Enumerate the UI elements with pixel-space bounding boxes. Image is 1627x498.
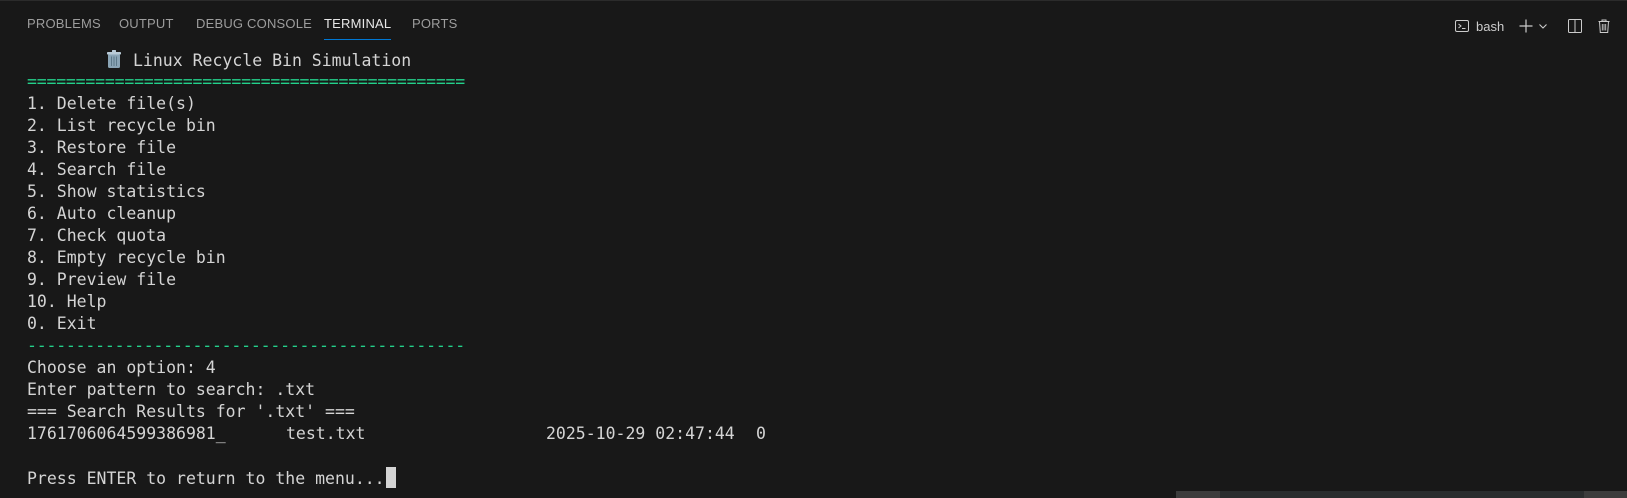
- split-terminal-button[interactable]: [1566, 13, 1584, 39]
- result-filename: test.txt: [286, 424, 366, 443]
- menu-item: 0. Exit: [27, 314, 97, 333]
- results-header: === Search Results for '.txt' ===: [27, 402, 355, 421]
- terminal-name-label: bash: [1476, 18, 1505, 34]
- menu-item: 2. List recycle bin: [27, 116, 216, 135]
- return-prompt-text: Press ENTER to return to the menu...: [27, 469, 385, 488]
- status-bar: [1176, 491, 1627, 498]
- result-row: 1761706064599386981_ test.txt 2025-10-29 0…: [27, 423, 1587, 445]
- pattern-prompt: Enter pattern to search: .txt: [27, 380, 316, 399]
- menu-item: 8. Empty recycle bin: [27, 248, 226, 267]
- status-segment[interactable]: [1584, 491, 1627, 498]
- tab-debug-console[interactable]: DEBUG CONSOLE: [196, 16, 312, 38]
- launch-profile-dropdown[interactable]: [1537, 13, 1549, 39]
- trash-icon: [1596, 18, 1612, 34]
- split-icon: [1567, 18, 1583, 34]
- terminal-profile-button[interactable]: bash: [1454, 13, 1504, 39]
- tab-terminal[interactable]: TERMINAL: [324, 16, 392, 40]
- wastebasket-icon: [105, 49, 123, 69]
- status-segment[interactable]: [1176, 491, 1220, 498]
- result-id: 1761706064599386981_: [27, 424, 226, 443]
- kill-terminal-button[interactable]: [1595, 13, 1613, 39]
- result-date: 2025-10-29 02:47:44: [546, 424, 735, 443]
- new-terminal-button[interactable]: [1517, 13, 1535, 39]
- terminal-icon: [1454, 18, 1470, 34]
- terminal-output[interactable]: Linux Recycle Bin Simulation ===========…: [27, 49, 1587, 489]
- terminal-panel: PROBLEMS OUTPUT DEBUG CONSOLE TERMINAL P…: [0, 0, 1627, 498]
- result-size: 0: [756, 424, 766, 443]
- menu-item: 1. Delete file(s): [27, 94, 196, 113]
- title-text: Linux Recycle Bin Simulation: [133, 51, 412, 70]
- tab-ports[interactable]: PORTS: [412, 16, 458, 38]
- menu-item: 5. Show statistics: [27, 182, 206, 201]
- return-prompt: Press ENTER to return to the menu...: [27, 467, 1587, 489]
- terminal-cursor: [385, 467, 396, 488]
- menu-item: 4. Search file: [27, 160, 167, 179]
- dashed-rule: ----------------------------------------…: [27, 336, 466, 355]
- option-prompt: Choose an option: 4: [27, 358, 216, 377]
- menu-item: 3. Restore file: [27, 138, 177, 157]
- chevron-down-icon: [1538, 21, 1548, 31]
- panel-tab-bar: PROBLEMS OUTPUT DEBUG CONSOLE TERMINAL P…: [0, 1, 1627, 47]
- menu-item: 10. Help: [27, 292, 107, 311]
- plus-icon: [1518, 18, 1534, 34]
- menu-item: 6. Auto cleanup: [27, 204, 177, 223]
- tab-output[interactable]: OUTPUT: [119, 16, 174, 38]
- program-title: Linux Recycle Bin Simulation: [27, 49, 1587, 71]
- double-rule: ========================================…: [27, 72, 466, 91]
- menu-item: 9. Preview file: [27, 270, 177, 289]
- menu-item: 7. Check quota: [27, 226, 167, 245]
- panel-actions: bash: [1427, 13, 1627, 39]
- tab-problems[interactable]: PROBLEMS: [27, 16, 101, 38]
